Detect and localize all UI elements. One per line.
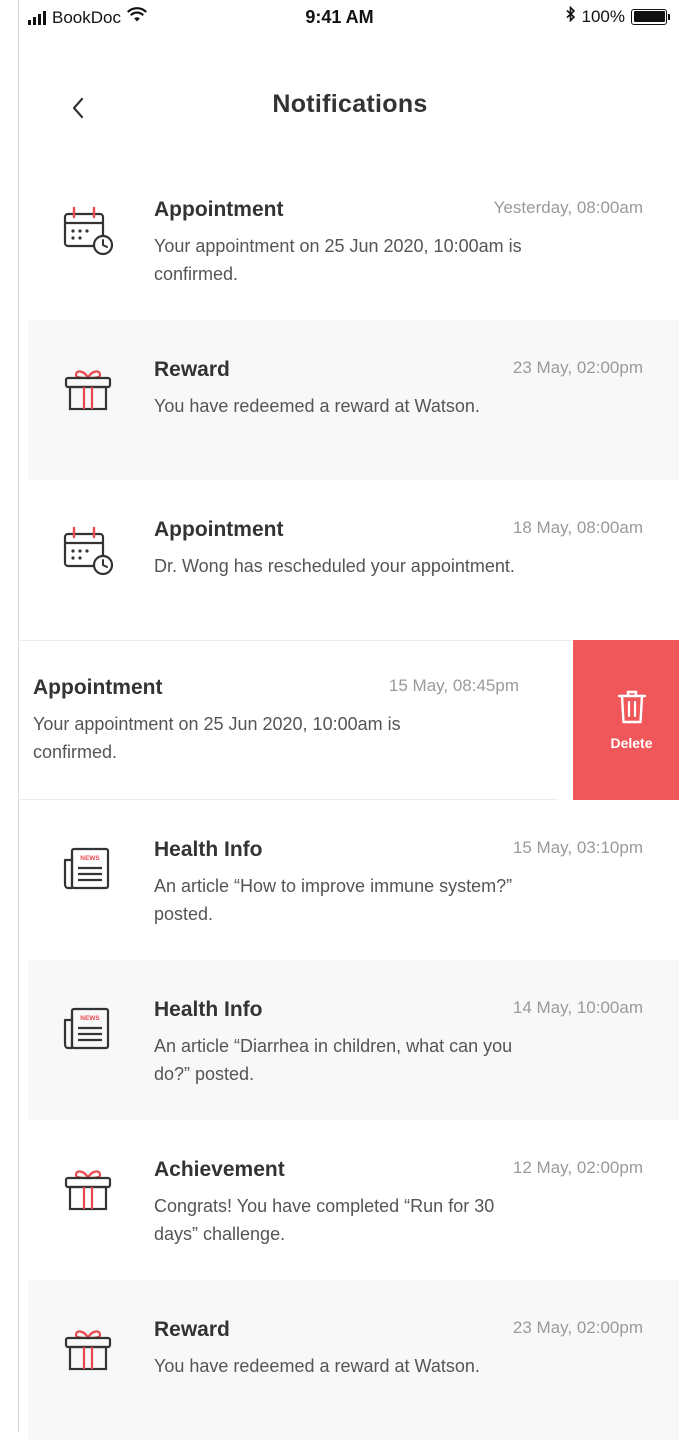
calendar-clock-icon <box>56 198 120 262</box>
notification-title: Reward <box>154 358 230 381</box>
notification-body: Dr. Wong has rescheduled your appointmen… <box>154 556 515 576</box>
notification-body: An article “Diarrhea in children, what c… <box>154 1036 513 1084</box>
notification-time: 14 May, 10:00am <box>512 998 643 1017</box>
notification-time: 15 May, 03:10pm <box>512 838 643 857</box>
notification-body: Your appointment on 25 Jun 2020, 10:00am… <box>33 714 401 762</box>
notification-time: Yesterday, 08:00am <box>493 198 643 217</box>
notification-title: Health Info <box>154 998 263 1021</box>
battery-percent: 100% <box>581 6 625 26</box>
newspaper-icon-label: NEWS <box>80 855 100 862</box>
notification-item-swiped[interactable]: Appointment 15 May, 08:45pm Your appoint… <box>18 640 679 800</box>
notification-list: Appointment Yesterday, 08:00am Your appo… <box>18 160 679 1440</box>
gift-icon <box>56 1158 120 1222</box>
notification-time: 23 May, 02:00pm <box>512 358 643 377</box>
notification-title: Appointment <box>154 518 284 541</box>
notification-item[interactable]: NEWS Health Info 15 May, 03:10pm An arti… <box>28 800 679 960</box>
notification-item[interactable]: Achievement 12 May, 02:00pm Congrats! Yo… <box>28 1120 679 1280</box>
newspaper-icon-label: NEWS <box>80 1015 100 1022</box>
notification-time: 15 May, 08:45pm <box>388 676 519 695</box>
notification-body: You have redeemed a reward at Watson. <box>154 1356 480 1376</box>
notification-title: Reward <box>154 1318 230 1341</box>
notification-item[interactable]: NEWS Health Info 14 May, 10:00am An arti… <box>28 960 679 1120</box>
notification-time: 23 May, 02:00pm <box>512 1318 643 1337</box>
notification-title: Appointment <box>33 676 163 699</box>
calendar-clock-icon <box>56 518 120 582</box>
battery-icon <box>631 8 670 25</box>
gift-icon <box>56 1318 120 1382</box>
notification-body: You have redeemed a reward at Watson. <box>154 396 480 416</box>
divider <box>18 640 668 641</box>
bluetooth-icon <box>565 5 576 27</box>
notification-item[interactable]: Appointment 18 May, 08:00am Dr. Wong has… <box>28 480 679 640</box>
header: Notifications <box>0 70 679 140</box>
gift-icon <box>56 358 120 422</box>
notification-time: 18 May, 08:00am <box>512 518 643 537</box>
notification-title: Appointment <box>154 198 284 221</box>
notification-body: Congrats! You have completed “Run for 30… <box>154 1196 495 1244</box>
status-bar: BookDoc 9:41 AM 100% <box>0 0 679 36</box>
notification-body: An article “How to improve immune system… <box>154 876 513 924</box>
notification-title: Achievement <box>154 1158 285 1181</box>
notification-item[interactable]: Reward 23 May, 02:00pm You have redeemed… <box>28 320 679 480</box>
notification-item[interactable]: Reward 23 May, 02:00pm You have redeemed… <box>28 1280 679 1440</box>
page-title: Notifications <box>272 90 428 118</box>
newspaper-icon: NEWS <box>56 838 120 902</box>
notification-body: Your appointment on 25 Jun 2020, 10:00am… <box>154 236 522 284</box>
delete-label: Delete <box>610 735 653 751</box>
newspaper-icon: NEWS <box>56 998 120 1062</box>
notification-time: 12 May, 02:00pm <box>512 1158 643 1177</box>
notification-title: Health Info <box>154 838 263 861</box>
notification-item[interactable]: Appointment Yesterday, 08:00am Your appo… <box>28 160 679 320</box>
delete-button[interactable]: Delete <box>573 640 679 800</box>
trash-icon <box>617 690 646 724</box>
battery-group: 100% <box>565 5 670 27</box>
